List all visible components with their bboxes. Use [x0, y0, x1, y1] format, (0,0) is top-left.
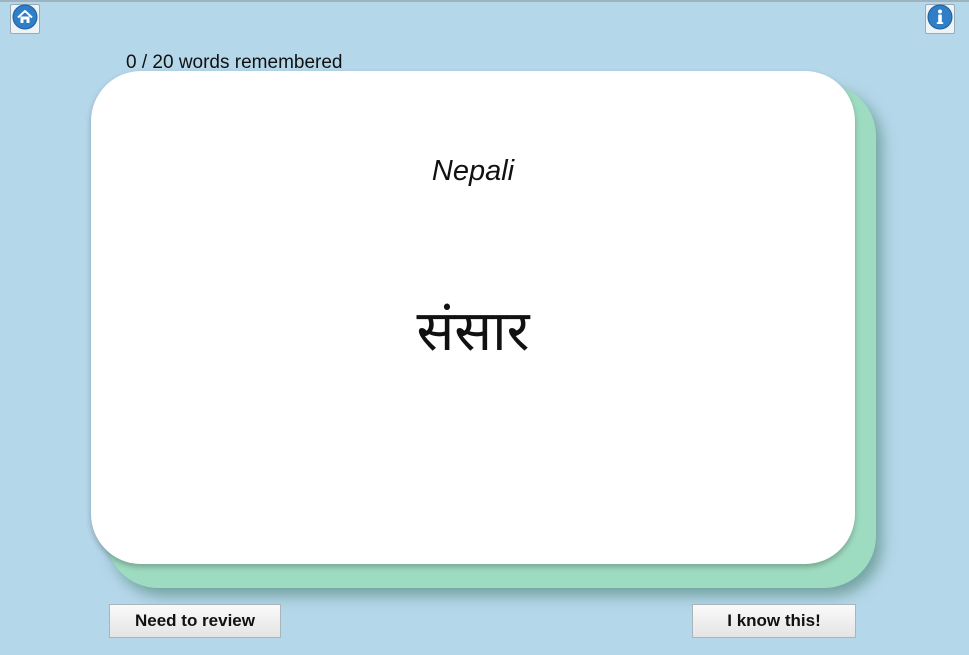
info-button[interactable]	[925, 4, 955, 34]
need-to-review-button[interactable]: Need to review	[109, 604, 281, 638]
flashcard[interactable]: Nepali संसार	[91, 71, 855, 564]
card-word: संसार	[416, 299, 530, 364]
i-know-this-button[interactable]: I know this!	[692, 604, 856, 638]
card-language: Nepali	[431, 155, 515, 187]
home-button[interactable]	[10, 4, 40, 34]
home-icon	[12, 4, 38, 35]
window-top-border	[0, 0, 969, 2]
info-icon	[927, 4, 953, 35]
